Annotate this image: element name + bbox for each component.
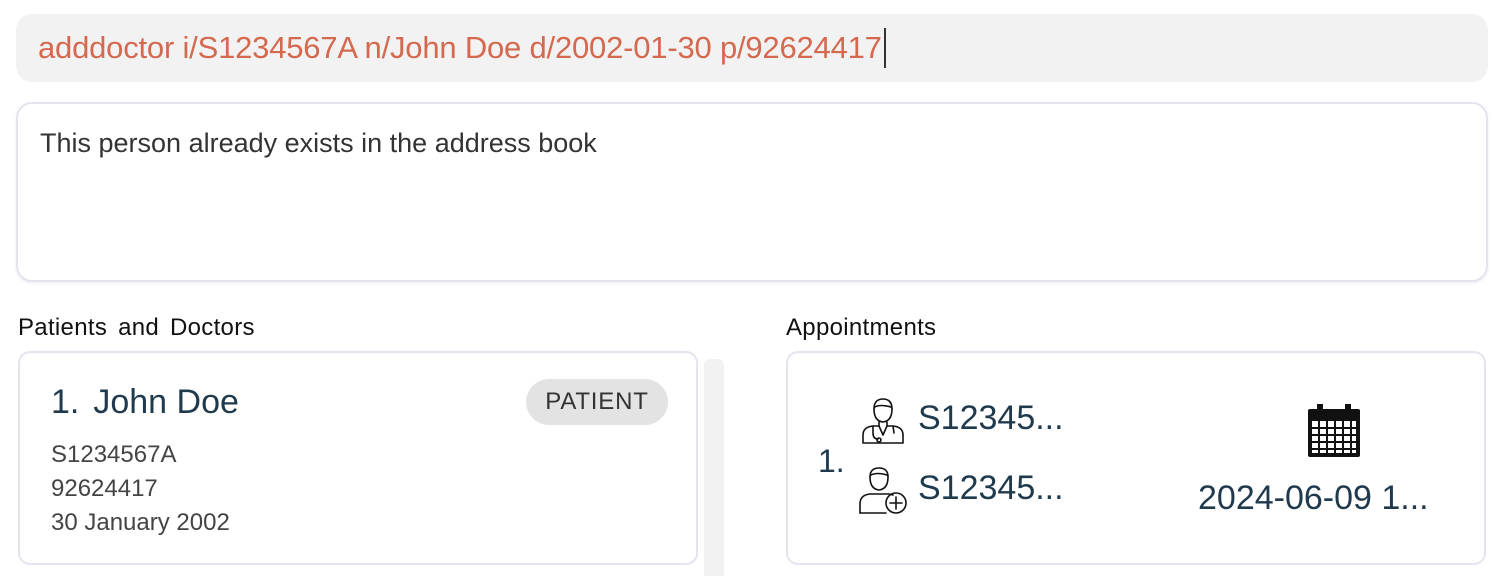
person-dob: 30 January 2002	[51, 509, 230, 536]
appointment-index: 1.	[818, 443, 845, 479]
text-caret	[883, 28, 886, 68]
role-tag: PATIENT	[526, 379, 668, 425]
result-display[interactable]: This person already exists in the addres…	[16, 102, 1488, 282]
person-list-scrollbar[interactable]	[704, 359, 724, 576]
appointment-doctor-id: S12345...	[918, 399, 1064, 437]
person-nric: S1234567A	[51, 441, 177, 468]
doctor-icon	[862, 398, 904, 444]
command-input[interactable]: adddoctor i/S1234567A n/John Doe d/2002-…	[16, 14, 1488, 82]
person-title: 1. John Doe	[51, 383, 239, 422]
appointment-datetime: 2024-06-09 1...	[1198, 479, 1429, 517]
calendar-icon	[1308, 404, 1360, 457]
person-card[interactable]: 1. John Doe PATIENT S1234567A 92624417 30…	[18, 351, 698, 565]
appointment-card[interactable]: 1. S12345... S12345... 2024-06-09 1...	[786, 351, 1486, 565]
person-name: John Doe	[93, 383, 239, 421]
patient-icon	[859, 467, 907, 514]
result-message: This person already exists in the addres…	[40, 128, 597, 158]
app-window: adddoctor i/S1234567A n/John Doe d/2002-…	[0, 0, 1504, 576]
person-phone: 92624417	[51, 475, 158, 502]
person-index: 1.	[51, 383, 80, 421]
appointment-patient-id: S12345...	[918, 469, 1064, 507]
command-text[interactable]: adddoctor i/S1234567A n/John Doe d/2002-…	[38, 30, 882, 66]
appointment-list-label: Appointments	[786, 314, 937, 341]
person-list-label: Patients and Doctors	[18, 314, 255, 341]
